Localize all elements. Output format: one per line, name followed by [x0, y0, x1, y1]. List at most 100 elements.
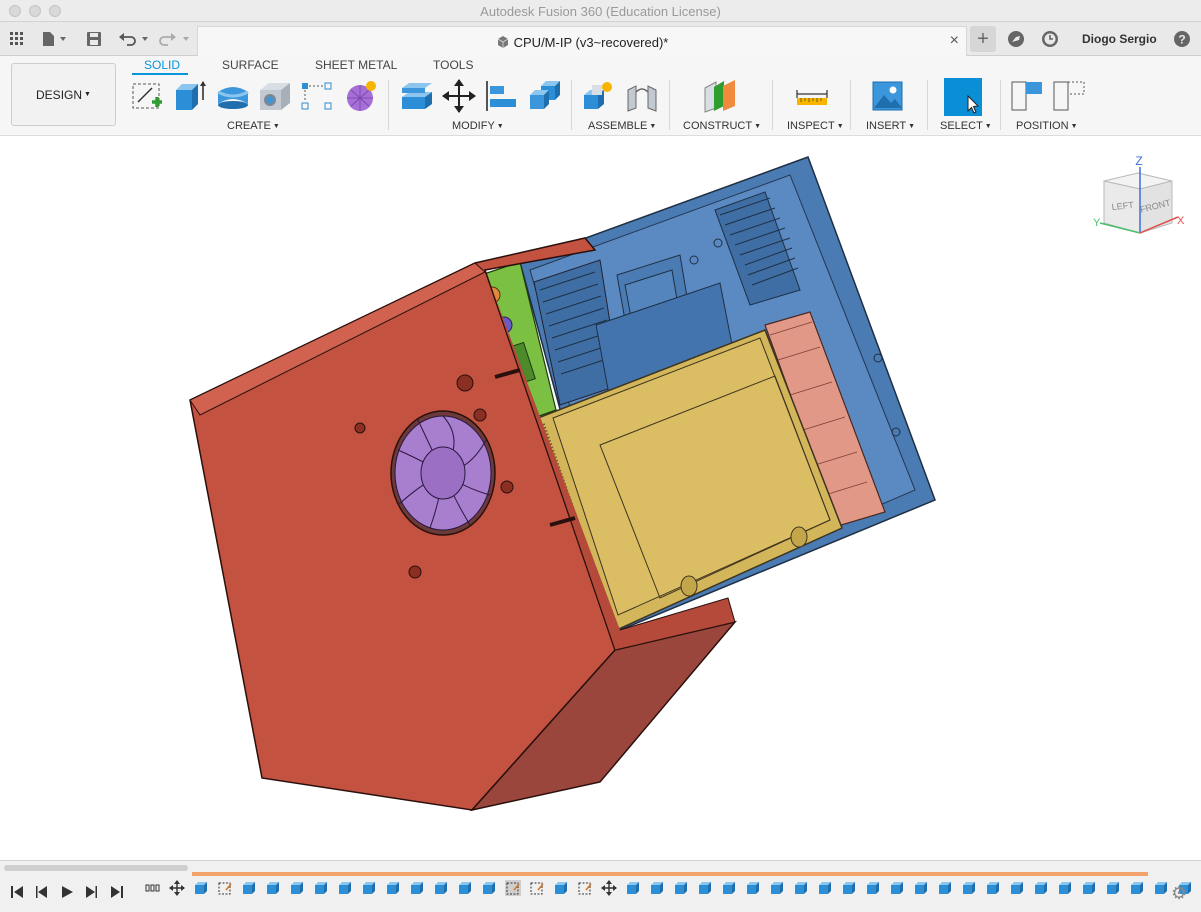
help-icon[interactable]: ? [1172, 28, 1192, 50]
tab-document[interactable]: CPU/M-IP (v3~recovered)* × [197, 26, 967, 56]
new-component-icon[interactable] [581, 78, 617, 114]
create-group-label[interactable]: CREATE ▼ [227, 120, 280, 132]
timeline-sketch-icon[interactable] [529, 880, 545, 896]
step-forward-icon[interactable] [82, 883, 100, 901]
timeline-extrude-icon[interactable] [1033, 880, 1049, 896]
timeline-extrude-icon[interactable] [481, 880, 497, 896]
timeline-extrude-icon[interactable] [961, 880, 977, 896]
user-name[interactable]: Diogo Sergio [1082, 32, 1157, 46]
timeline-extrude-icon[interactable] [1057, 880, 1073, 896]
timeline-move-icon[interactable] [169, 880, 185, 896]
timeline-extrude-icon[interactable] [1129, 880, 1145, 896]
timeline-extrude-icon[interactable] [553, 880, 569, 896]
chevron-down-icon: ▼ [908, 123, 916, 130]
timeline-extrude-icon[interactable] [889, 880, 905, 896]
offset-plane-icon[interactable] [702, 78, 738, 114]
timeline-sketch-icon[interactable] [577, 880, 593, 896]
close-tab-button[interactable]: × [950, 32, 959, 50]
file-icon[interactable] [40, 28, 70, 50]
joint-icon[interactable] [624, 78, 660, 114]
capture-position-icon[interactable] [1010, 78, 1046, 114]
timeline-extrude-icon[interactable] [361, 880, 377, 896]
revert-position-icon[interactable] [1052, 78, 1088, 114]
press-pull-icon[interactable] [399, 78, 435, 114]
construct-group-label[interactable]: CONSTRUCT ▼ [683, 120, 761, 132]
timeline-extrude-icon[interactable] [817, 880, 833, 896]
timeline-extrude-icon[interactable] [313, 880, 329, 896]
timeline-extrude-icon[interactable] [409, 880, 425, 896]
workspace-dropdown[interactable]: DESIGN ▼ [11, 63, 116, 126]
cooling-fan[interactable] [390, 410, 496, 536]
new-tab-icon[interactable]: + [970, 26, 996, 52]
pattern-icon[interactable] [299, 78, 335, 114]
tab-sheet-metal[interactable]: SHEET METAL [315, 58, 397, 72]
create-sketch-icon[interactable] [130, 78, 166, 114]
assemble-group-label[interactable]: ASSEMBLE ▼ [588, 120, 656, 132]
combine-icon[interactable] [527, 78, 563, 114]
revolve-icon[interactable] [215, 78, 251, 114]
create-form-icon[interactable] [343, 78, 379, 114]
position-group-label[interactable]: POSITION ▼ [1016, 120, 1078, 132]
timeline-extrude-icon[interactable] [1081, 880, 1097, 896]
timeline-extrude-icon[interactable] [385, 880, 401, 896]
grid-icon[interactable] [7, 28, 27, 50]
timeline-extrude-icon[interactable] [1153, 880, 1169, 896]
timeline-extrude-icon[interactable] [769, 880, 785, 896]
timeline-extrude-icon[interactable] [457, 880, 473, 896]
gear-icon[interactable]: ⚙ [1171, 883, 1187, 904]
timeline-extrude-icon[interactable] [193, 880, 209, 896]
timeline-extrude-icon[interactable] [697, 880, 713, 896]
timeline-extrude-icon[interactable] [985, 880, 1001, 896]
timeline-extrude-icon[interactable] [649, 880, 665, 896]
hole-icon[interactable] [257, 78, 293, 114]
timeline-extrude-icon[interactable] [745, 880, 761, 896]
insert-image-icon[interactable] [870, 78, 906, 114]
timeline-extrude-icon[interactable] [865, 880, 881, 896]
tab-tools[interactable]: TOOLS [433, 58, 473, 72]
select-group-label[interactable]: SELECT ▼ [940, 120, 992, 132]
tab-surface[interactable]: SURFACE [222, 58, 279, 72]
extrude-icon[interactable] [172, 78, 208, 114]
timeline-move-icon[interactable] [601, 880, 617, 896]
timeline-extrude-icon[interactable] [1105, 880, 1121, 896]
extensions-icon[interactable] [1006, 28, 1026, 50]
timeline-extrude-icon[interactable] [241, 880, 257, 896]
play-icon[interactable] [58, 883, 76, 901]
timeline-extrude-icon[interactable] [265, 880, 281, 896]
timeline-extrude-icon[interactable] [673, 880, 689, 896]
move-icon[interactable] [441, 78, 477, 114]
timeline-extrude-icon[interactable] [625, 880, 641, 896]
align-icon[interactable] [484, 78, 520, 114]
timeline-extrude-icon[interactable] [841, 880, 857, 896]
timeline-extrude-icon[interactable] [337, 880, 353, 896]
model-render[interactable] [0, 137, 1201, 860]
end-icon[interactable] [108, 883, 126, 901]
timeline-sketch-icon[interactable] [217, 880, 233, 896]
measure-icon[interactable] [794, 78, 830, 114]
undo-icon[interactable] [117, 28, 151, 50]
job-status-icon[interactable] [1040, 28, 1060, 50]
modify-group-label[interactable]: MODIFY ▼ [452, 120, 504, 132]
redo-icon[interactable] [158, 28, 192, 50]
canvas-viewport[interactable]: Z X Y LEFT FRONT [0, 137, 1201, 860]
document-title: CPU/M-IP (v3~recovered)* [198, 35, 966, 52]
inspect-group-label[interactable]: INSPECT ▼ [787, 120, 844, 132]
timeline-group-icon[interactable] [145, 880, 161, 896]
insert-group-label[interactable]: INSERT ▼ [866, 120, 915, 132]
timeline-extrude-icon[interactable] [793, 880, 809, 896]
rewind-icon[interactable] [8, 883, 26, 901]
timeline-extrude-icon[interactable] [913, 880, 929, 896]
view-cube[interactable]: Z X Y LEFT FRONT [1090, 153, 1190, 243]
timeline-extrude-icon[interactable] [937, 880, 953, 896]
tab-solid[interactable]: SOLID [144, 58, 180, 72]
timeline-extrude-icon[interactable] [721, 880, 737, 896]
timeline-extrude-icon[interactable] [433, 880, 449, 896]
timeline-scrollbar[interactable] [4, 865, 188, 871]
timeline-sketch-icon[interactable] [505, 880, 521, 896]
timeline-extrude-icon[interactable] [289, 880, 305, 896]
step-back-icon[interactable] [33, 883, 51, 901]
select-icon[interactable] [944, 78, 982, 116]
document-icon [496, 35, 510, 52]
timeline-extrude-icon[interactable] [1009, 880, 1025, 896]
save-icon[interactable] [85, 28, 103, 50]
